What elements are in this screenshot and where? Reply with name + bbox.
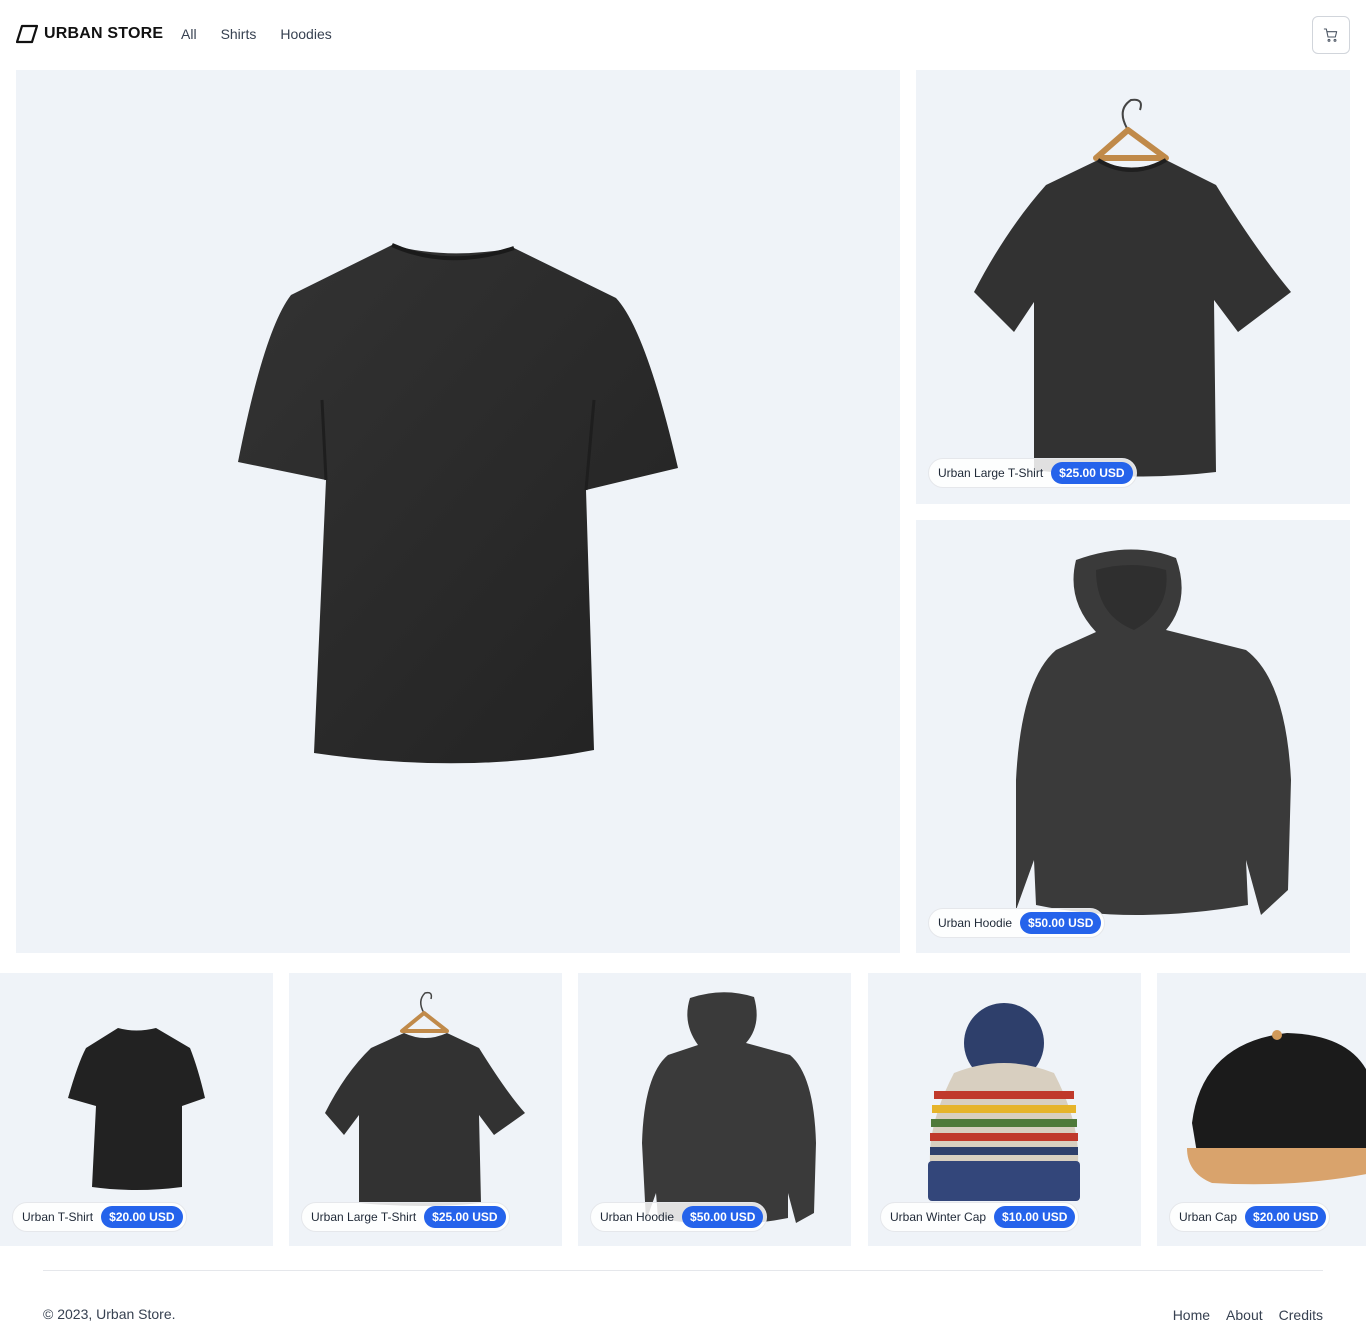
footer-link-about[interactable]: About (1226, 1307, 1263, 1323)
product-name: Urban T-Shirt (22, 1210, 94, 1224)
product-label: Urban Hoodie $50.00 USD (928, 908, 1106, 938)
brand-name: URBAN STORE (44, 25, 164, 42)
product-label: Urban Large T-Shirt $25.00 USD (301, 1202, 510, 1232)
product-label: Urban T-Shirt $20.00 USD (12, 1202, 187, 1232)
footer-divider (43, 1270, 1323, 1271)
featured-product-large-tshirt[interactable]: Urban Large T-Shirt $25.00 USD (916, 70, 1350, 504)
product-label: Urban Hoodie $50.00 USD (590, 1202, 768, 1232)
product-name: Urban Cap (1179, 1210, 1238, 1224)
footer-link-home[interactable]: Home (1173, 1307, 1210, 1323)
price-badge: $25.00 USD (1051, 462, 1133, 484)
logo[interactable]: URBAN STORE (16, 24, 163, 44)
cart-button[interactable] (1312, 16, 1350, 54)
price-badge: $20.00 USD (101, 1206, 183, 1228)
carousel-item[interactable]: Urban Large T-Shirt $25.00 USD (289, 973, 562, 1246)
footer-link-credits[interactable]: Credits (1279, 1307, 1323, 1323)
carousel-item[interactable]: Urban Winter Cap $10.00 USD (868, 973, 1141, 1246)
product-label: Urban Winter Cap $10.00 USD (880, 1202, 1080, 1232)
product-name: Urban Large T-Shirt (938, 466, 1044, 480)
price-badge: $20.00 USD (1245, 1206, 1327, 1228)
t-shirt-image (238, 243, 678, 764)
product-label: Urban Cap $20.00 USD (1169, 1202, 1331, 1232)
nav-all[interactable]: All (181, 26, 197, 42)
logo-icon (16, 24, 38, 44)
product-name: Urban Hoodie (600, 1210, 675, 1224)
carousel-item[interactable]: Urban Cap $20.00 USD (1157, 973, 1366, 1246)
t-shirt-hanger-image (974, 98, 1291, 477)
nav-hoodies[interactable]: Hoodies (280, 26, 331, 42)
product-name: Urban Winter Cap (890, 1210, 987, 1224)
nav-shirts[interactable]: Shirts (221, 26, 257, 42)
price-badge: $50.00 USD (1020, 912, 1102, 934)
price-badge: $10.00 USD (994, 1206, 1076, 1228)
copyright-text: © 2023, Urban Store. (43, 1306, 176, 1322)
price-badge: $50.00 USD (682, 1206, 764, 1228)
cart-icon (1323, 28, 1338, 42)
header: URBAN STORE All Shirts Hoodies (0, 0, 1366, 70)
footer-nav: Home About Credits (1173, 1307, 1323, 1323)
price-badge: $25.00 USD (424, 1206, 506, 1228)
product-name: Urban Hoodie (938, 916, 1013, 930)
hoodie-image (1016, 549, 1291, 915)
product-label: Urban Large T-Shirt $25.00 USD (928, 458, 1137, 488)
main-nav: All Shirts Hoodies (181, 26, 356, 42)
product-name: Urban Large T-Shirt (311, 1210, 417, 1224)
carousel-item[interactable]: Urban Hoodie $50.00 USD (578, 973, 851, 1246)
featured-product-main[interactable] (16, 70, 900, 953)
carousel-item[interactable]: Urban T-Shirt $20.00 USD (0, 973, 273, 1246)
featured-product-hoodie[interactable]: Urban Hoodie $50.00 USD (916, 520, 1350, 953)
